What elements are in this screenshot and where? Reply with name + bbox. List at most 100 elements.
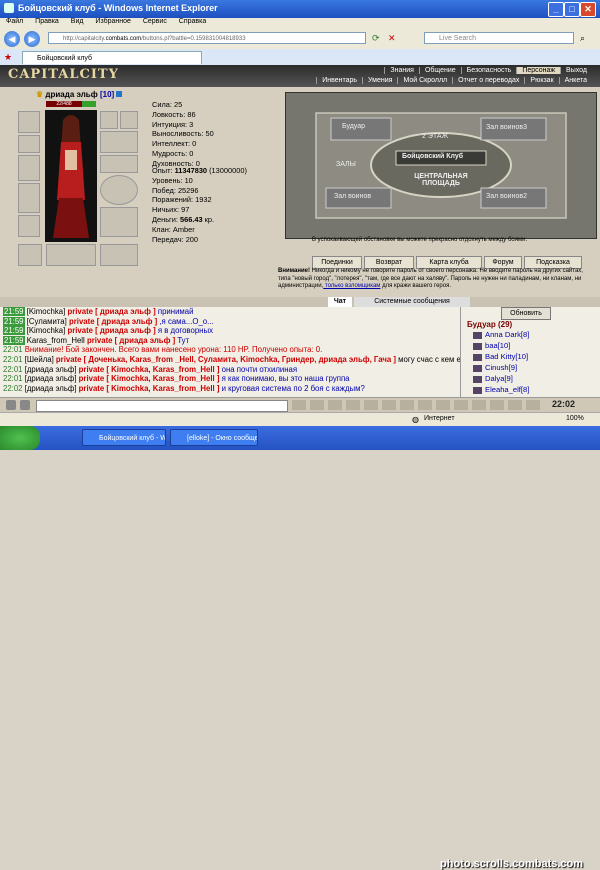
stat-wins: Побед: 25296: [152, 185, 199, 195]
chat-message[interactable]: 21:59 [Суламита] private [ дриада эльф ]…: [0, 316, 460, 327]
maximize-button[interactable]: □: [564, 2, 580, 17]
tab-fight-club[interactable]: Бойцовский клуб: [22, 51, 202, 64]
nav-security[interactable]: Безопасность: [460, 67, 517, 74]
taskbar-item-message-window[interactable]: [elloke] - Окно сообще...: [170, 429, 258, 446]
search-input[interactable]: Live Search: [424, 32, 574, 44]
weapon2-slot[interactable]: [100, 207, 138, 237]
message-author[interactable]: [Kimochka]: [27, 307, 66, 316]
nav-transfers[interactable]: Отчет о переводах: [452, 77, 524, 84]
nav-knowledge[interactable]: Знания: [384, 67, 419, 74]
chat-message[interactable]: 22:01 Внимание! Бой закончен. Всего вами…: [0, 345, 460, 355]
shield-slot[interactable]: [100, 175, 138, 205]
user-entry[interactable]: Cinush[9]: [485, 363, 517, 372]
message-author[interactable]: [Шейла]: [25, 355, 54, 364]
earring-slot[interactable]: [100, 111, 118, 129]
message-recipients[interactable]: private [ Kimochka, Karas_from_Hell ]: [79, 365, 220, 374]
chat-log[interactable]: 21:59 [Kimochka] private [ дриада эльф ]…: [0, 307, 460, 397]
chat-mode-icon[interactable]: [6, 400, 16, 410]
message-author[interactable]: [дриада эльф]: [25, 365, 77, 374]
message-recipients[interactable]: private [ дриада эльф ]: [67, 326, 155, 335]
chat-message[interactable]: 22:01 [Шейла] private [ Доченька, Karas_…: [0, 355, 460, 365]
stop-icon[interactable]: ✕: [388, 33, 396, 44]
tab-system-messages[interactable]: Системные сообщения: [354, 297, 470, 307]
amulet-slot[interactable]: [18, 135, 40, 153]
search-icon[interactable]: ⌕: [580, 33, 585, 44]
message-recipients[interactable]: private [ дриада эльф ]: [87, 336, 175, 345]
map-label-warriors3[interactable]: Зал воинов3: [486, 124, 527, 131]
back-button[interactable]: ◀: [4, 31, 20, 47]
message-recipients[interactable]: private [ дриада эльф ]: [67, 307, 155, 316]
chat-message[interactable]: 21:59 Karas_from_Hell private [ дриада э…: [0, 335, 460, 346]
refresh-icon[interactable]: ⟳: [372, 33, 380, 44]
chat-message[interactable]: 22:01 [дриада эльф] private [ Kimochka, …: [0, 374, 460, 384]
message-author[interactable]: [дриада эльф]: [25, 384, 77, 393]
nav-scroll[interactable]: Мой Скроллл: [397, 77, 452, 84]
experience-value: 11347830: [174, 166, 208, 175]
armor-slot[interactable]: [18, 183, 40, 213]
taskbar-item-fight-club[interactable]: Бойцовский клуб - Wi...: [82, 429, 166, 446]
map-label-floor2[interactable]: 2 ЭТАЖ: [422, 133, 448, 140]
weapon-slot[interactable]: [18, 155, 40, 181]
close-button[interactable]: ✕: [580, 2, 596, 17]
favorites-star-icon[interactable]: ★: [4, 52, 12, 63]
message-recipients[interactable]: private [ дриада эльф ]: [69, 317, 157, 326]
nav-exit[interactable]: Выход: [560, 67, 592, 74]
ring-slot-1[interactable]: [120, 111, 138, 129]
map-label-warriors[interactable]: Зал воинов: [334, 193, 371, 200]
character-name[interactable]: ♛ дриада эльф [10]: [36, 90, 123, 99]
message-recipients[interactable]: private [ Доченька, Karas_from _Hell, Су…: [56, 355, 396, 364]
info-icon[interactable]: [116, 91, 123, 97]
chat-message[interactable]: 21:59 [Kimochka] private [ дриада эльф ]…: [0, 307, 460, 317]
menu-edit[interactable]: Правка: [35, 18, 59, 25]
message-author[interactable]: [Kimochka]: [27, 326, 66, 335]
rune-slots[interactable]: [46, 244, 96, 266]
menu-view[interactable]: Вид: [71, 18, 84, 25]
nav-inventory[interactable]: Инвентарь: [316, 77, 362, 84]
belt-slot[interactable]: [18, 215, 40, 237]
club-map[interactable]: Будуар 2 ЭТАЖ Зал воинов3 Бойцовский Клу…: [285, 92, 597, 239]
menu-tools[interactable]: Сервис: [143, 18, 167, 25]
menu-favorites[interactable]: Избранное: [95, 18, 130, 25]
gloves-slot[interactable]: [100, 131, 138, 153]
map-label-halls[interactable]: ЗАЛЫ: [336, 161, 356, 168]
chat-message[interactable]: 22:01 [дриада эльф] private [ Kimochka, …: [0, 365, 460, 375]
chat-message[interactable]: 21:59 [Kimochka] private [ дриада эльф ]…: [0, 326, 460, 336]
map-label-boudoir[interactable]: Будуар: [342, 123, 365, 130]
message-author[interactable]: [Суламита]: [27, 317, 67, 326]
menu-help[interactable]: Справка: [179, 18, 206, 25]
message-author[interactable]: [дриада эльф]: [25, 374, 77, 383]
nav-profile[interactable]: Анкета: [558, 77, 592, 84]
map-label-central-square[interactable]: ЦЕНТРАЛЬНАЯ ПЛОЩАДЬ: [406, 173, 476, 187]
chat-filter-icon[interactable]: [20, 400, 30, 410]
bracers-slot[interactable]: [100, 155, 138, 173]
user-entry[interactable]: Anna Dark[8]: [485, 330, 529, 339]
address-input[interactable]: http://capitalcity.combats.com/buttons.p…: [48, 32, 366, 44]
chat-message-input[interactable]: [36, 400, 288, 412]
user-entry[interactable]: Dalya[9]: [485, 374, 513, 383]
user-entry[interactable]: Bad Kitty[10]: [485, 352, 528, 361]
message-recipients[interactable]: private [ Kimochka, Karas_from_Hell ]: [79, 374, 220, 383]
message-author[interactable]: Karas_from_Hell: [27, 336, 85, 345]
nav-skills[interactable]: Умения: [362, 77, 397, 84]
nav-character[interactable]: Персонаж: [516, 67, 561, 74]
minimize-button[interactable]: _: [548, 2, 564, 17]
nav-backpack[interactable]: Рюкзак: [524, 77, 558, 84]
user-entry[interactable]: baa[10]: [485, 341, 510, 350]
forward-button[interactable]: ▶: [24, 31, 40, 47]
chat-tool-icons[interactable]: [292, 400, 542, 410]
user-entry[interactable]: Eleaha_elf[8]: [485, 385, 529, 394]
warning-link[interactable]: только взломщикам: [323, 283, 381, 289]
map-label-fight-club[interactable]: Бойцовский Клуб: [402, 153, 463, 160]
zoom-level[interactable]: 100%: [566, 415, 584, 422]
helmet-slot[interactable]: [18, 111, 40, 133]
chat-message[interactable]: 22:02 [дриада эльф] private [ Kimochka, …: [0, 384, 460, 394]
menu-file[interactable]: Файл: [6, 18, 23, 25]
pocket-slots[interactable]: [100, 244, 138, 266]
map-label-warriors2[interactable]: Зал воинов2: [486, 193, 527, 200]
boots-slot[interactable]: [18, 244, 42, 266]
refresh-users-button[interactable]: Обновить: [501, 307, 551, 320]
start-button[interactable]: [0, 426, 40, 450]
nav-communication[interactable]: Общение: [418, 67, 461, 74]
message-recipients[interactable]: private [ Kimochka, Karas_from_Hell ]: [79, 384, 220, 393]
tab-chat[interactable]: Чат: [328, 297, 352, 307]
